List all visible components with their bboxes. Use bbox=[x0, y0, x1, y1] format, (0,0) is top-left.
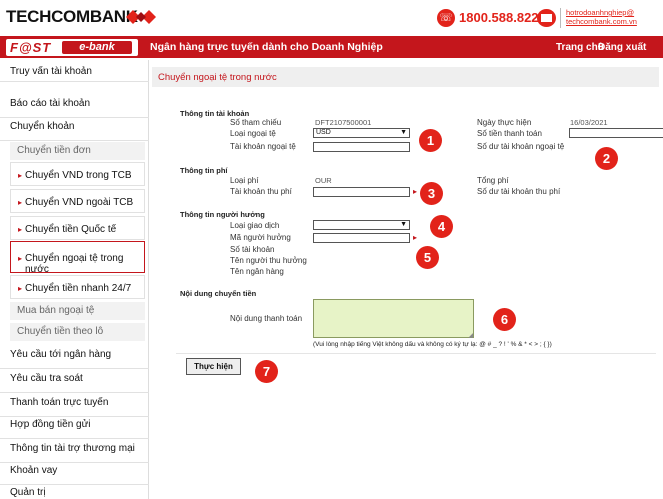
beneficiary-code-label: Mã người hưởng bbox=[230, 233, 291, 242]
ebank-logo-text: e-bank bbox=[62, 41, 132, 54]
top-header: TECHCOMBANK ☏ 1800.588.822 hotrodoanhngh… bbox=[0, 0, 663, 34]
sidebar-item-loan[interactable]: Khoản vay bbox=[0, 465, 149, 485]
fast-logo-text: F@ST bbox=[10, 40, 52, 55]
email-line-1: hotrodoanhnghiep@ bbox=[566, 8, 635, 17]
ref-value: DFT2107500001 bbox=[315, 118, 372, 127]
payment-content-textarea[interactable] bbox=[313, 299, 474, 339]
submit-button[interactable]: Thực hiện bbox=[186, 358, 241, 375]
step-badge-1: 1 bbox=[419, 129, 442, 152]
sidebar-item-trade-finance[interactable]: Thông tin tài trợ thương mại bbox=[0, 443, 149, 463]
step-badge-5: 5 bbox=[416, 246, 439, 269]
techcombank-logo-icon bbox=[126, 10, 156, 24]
arrow-icon: ▸ bbox=[18, 225, 23, 234]
fee-balance-label: Số dư tài khoản thu phí bbox=[477, 187, 561, 196]
sidebar-item-deposit-contract[interactable]: Hợp đồng tiền gửi bbox=[0, 419, 149, 439]
fee-section-title: Thông tin phí bbox=[180, 166, 228, 175]
arrow-icon: ▸ bbox=[18, 254, 23, 263]
mail-icon bbox=[537, 9, 556, 27]
amount-label: Số tiền thanh toán bbox=[477, 129, 542, 138]
sidebar-item-vnd-out-tcb[interactable]: ▸ Chuyển VND ngoài TCB bbox=[10, 189, 145, 213]
home-link[interactable]: Trang chủ bbox=[556, 42, 604, 53]
txn-type-label: Loại giao dịch bbox=[230, 221, 280, 230]
fx-account-label: Tài khoản ngoại tệ bbox=[230, 142, 296, 151]
fee-account-label: Tài khoản thu phí bbox=[230, 187, 292, 196]
receiver-name-label: Tên người thu hưởng bbox=[230, 256, 307, 265]
input-note: (Vui lòng nhập tiếng Việt không dấu và k… bbox=[313, 341, 552, 348]
currency-select[interactable]: USD ▼ bbox=[313, 128, 410, 138]
beneficiary-code-input[interactable] bbox=[313, 233, 410, 243]
arrow-icon: ▸ bbox=[18, 171, 23, 180]
sidebar-item-international[interactable]: ▸ Chuyển tiền Quốc tế bbox=[10, 216, 145, 240]
email-line-2: techcombank.com.vn bbox=[566, 17, 637, 26]
fee-type-value: OUR bbox=[315, 176, 332, 185]
total-fee-label: Tổng phí bbox=[477, 176, 509, 185]
content-section-title: Nội dung chuyển tiền bbox=[180, 289, 257, 298]
amount-input[interactable] bbox=[569, 128, 663, 138]
sidebar-item-fx-trade[interactable]: Mua bán ngoại tệ bbox=[10, 302, 145, 320]
chevron-down-icon: ▼ bbox=[400, 129, 407, 136]
fee-account-input[interactable] bbox=[313, 187, 410, 197]
step-badge-7: 7 bbox=[255, 360, 278, 383]
step-badge-2: 2 bbox=[595, 147, 618, 170]
sidebar-item-label: Chuyển tiền nhanh 24/7 bbox=[25, 283, 132, 294]
ref-label: Số tham chiếu bbox=[230, 118, 282, 127]
hotline-number[interactable]: 1800.588.822 bbox=[459, 10, 539, 25]
arrow-icon: ▸ bbox=[18, 198, 23, 207]
page-title: Chuyển ngoại tệ trong nước bbox=[152, 67, 659, 87]
fx-account-input[interactable] bbox=[313, 142, 410, 152]
bank-logo[interactable]: TECHCOMBANK bbox=[6, 7, 138, 27]
sidebar-item-domestic-fx[interactable]: ▸ Chuyển ngoại tệ trong nước bbox=[10, 241, 145, 275]
dropdown-arrow-icon[interactable]: ▸ bbox=[413, 187, 417, 196]
sidebar-item-vnd-in-tcb[interactable]: ▸ Chuyển VND trong TCB bbox=[10, 162, 145, 186]
sidebar-item-inquiry-request[interactable]: Yêu cầu tra soát bbox=[0, 373, 149, 393]
sidebar-item-transfer[interactable]: Chuyển khoản bbox=[0, 121, 149, 141]
txn-type-select[interactable]: ▼ bbox=[313, 220, 410, 230]
sidebar-item-bank-request[interactable]: Yêu cầu tới ngân hàng bbox=[0, 349, 149, 369]
arrow-icon: ▸ bbox=[18, 284, 23, 293]
account-no-label: Số tài khoản bbox=[230, 245, 275, 254]
sidebar-item-label: Chuyển tiền Quốc tế bbox=[25, 224, 117, 235]
lookup-arrow-icon[interactable]: ▸ bbox=[413, 233, 417, 242]
currency-selected: USD bbox=[316, 129, 331, 136]
sidebar-item-fast-247[interactable]: ▸ Chuyển tiền nhanh 24/7 bbox=[10, 275, 145, 299]
balance-label: Số dư tài khoản ngoại tệ bbox=[477, 142, 565, 151]
account-section-title: Thông tin tài khoản bbox=[180, 109, 250, 118]
step-badge-6: 6 bbox=[493, 308, 516, 331]
logout-link[interactable]: Đăng xuất bbox=[598, 42, 646, 53]
sidebar-item-label: Chuyển VND ngoài TCB bbox=[25, 197, 134, 208]
sidebar-item-batch-transfer[interactable]: Chuyển tiền theo lô bbox=[10, 323, 145, 341]
step-badge-3: 3 bbox=[420, 182, 443, 205]
sidebar-item-label: Chuyển ngoại tệ trong nước bbox=[25, 253, 124, 275]
divider bbox=[176, 353, 656, 354]
support-email[interactable]: hotrodoanhnghiep@ techcombank.com.vn bbox=[566, 8, 637, 26]
step-badge-4: 4 bbox=[430, 215, 453, 238]
sidebar-item-account-inquiry[interactable]: Truy vấn tài khoản bbox=[0, 62, 149, 82]
sidebar-item-admin[interactable]: Quản trị bbox=[0, 487, 149, 499]
date-label: Ngày thực hiện bbox=[477, 118, 532, 127]
header-divider bbox=[560, 8, 561, 28]
sidebar-item-label: Chuyển VND trong TCB bbox=[25, 170, 132, 181]
date-value: 16/03/2021 bbox=[570, 118, 608, 127]
bank-name-label: Tên ngân hàng bbox=[230, 267, 284, 276]
nav-title: Ngân hàng trực tuyến dành cho Doanh Nghi… bbox=[150, 41, 383, 53]
phone-icon: ☏ bbox=[437, 9, 455, 27]
fee-type-label: Loại phí bbox=[230, 176, 259, 185]
chevron-down-icon: ▼ bbox=[400, 221, 407, 228]
sidebar-item-online-payment[interactable]: Thanh toán trực tuyến bbox=[0, 397, 149, 417]
sidebar-item-single-transfer[interactable]: Chuyển tiền đơn bbox=[10, 142, 145, 160]
currency-label: Loại ngoại tệ bbox=[230, 129, 276, 138]
payment-content-label: Nội dung thanh toán bbox=[230, 314, 303, 323]
beneficiary-section-title: Thông tin người hưởng bbox=[180, 210, 265, 219]
sidebar-item-account-report[interactable]: Báo cáo tài khoản bbox=[0, 98, 149, 118]
